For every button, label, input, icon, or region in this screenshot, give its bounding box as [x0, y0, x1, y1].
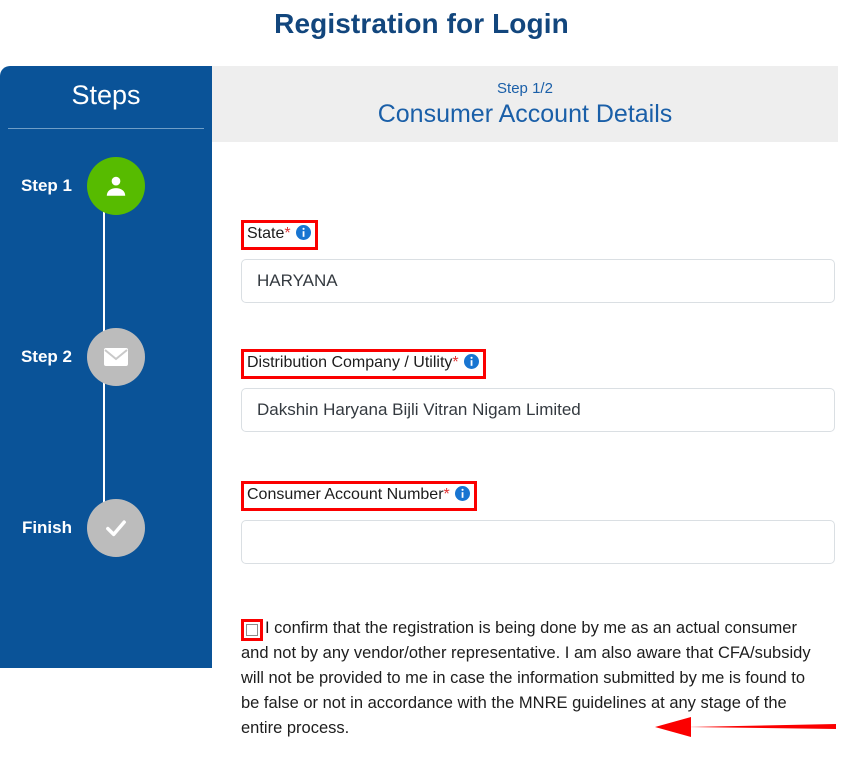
- distribution-company-input[interactable]: [241, 388, 835, 432]
- finish-label: Finish: [21, 518, 72, 537]
- steps-sidebar: Steps Step 1 Step 2 Finish: [0, 66, 212, 668]
- field-consumer-account-number: Consumer Account Number*: [212, 481, 835, 564]
- sidebar-item-step-2[interactable]: Step 2: [0, 327, 212, 387]
- sidebar-item-step-1[interactable]: Step 1: [0, 156, 212, 216]
- info-icon[interactable]: [295, 225, 311, 246]
- step-2-label: Step 2: [20, 347, 72, 366]
- info-icon[interactable]: [454, 486, 470, 507]
- step-counter: Step 1/2: [497, 80, 553, 97]
- field-state: State*: [212, 220, 835, 303]
- confirm-checkbox-highlight[interactable]: [241, 619, 263, 641]
- content-header: Step 1/2 Consumer Account Details: [212, 66, 838, 142]
- content-subtitle: Consumer Account Details: [377, 100, 673, 128]
- state-label-highlight: State*: [241, 220, 318, 250]
- distribution-company-label-text: Distribution Company / Utility: [247, 354, 453, 371]
- info-icon[interactable]: [463, 354, 479, 375]
- sidebar-item-finish[interactable]: Finish: [0, 498, 212, 558]
- confirm-checkbox[interactable]: [246, 624, 258, 636]
- field-distribution-company: Distribution Company / Utility*: [212, 349, 835, 432]
- person-icon: [103, 173, 129, 199]
- finish-circle[interactable]: [87, 499, 145, 557]
- sidebar-title: Steps: [71, 80, 141, 110]
- step-1-circle[interactable]: [87, 157, 145, 215]
- distribution-company-label: Distribution Company / Utility*: [247, 354, 479, 371]
- page-title: Registration for Login: [274, 8, 569, 39]
- main-content: Step 1/2 Consumer Account Details State*…: [212, 66, 843, 763]
- sidebar-divider: [8, 128, 204, 129]
- step-2-circle[interactable]: [87, 328, 145, 386]
- step-1-label: Step 1: [20, 176, 72, 195]
- left-arrow-annotation: [653, 714, 838, 745]
- consumer-account-number-input[interactable]: [241, 520, 835, 564]
- envelope-icon: [103, 346, 129, 368]
- state-label: State*: [247, 225, 311, 242]
- distribution-company-required-marker: *: [452, 354, 459, 371]
- state-required-marker: *: [284, 225, 291, 242]
- check-icon: [102, 514, 130, 542]
- consumer-account-number-required-marker: *: [443, 486, 450, 503]
- consumer-account-number-label: Consumer Account Number*: [247, 486, 470, 503]
- registration-page: Registration for Login Steps Step 1 Step…: [0, 0, 843, 763]
- distribution-company-label-highlight: Distribution Company / Utility*: [241, 349, 486, 379]
- consumer-account-number-label-text: Consumer Account Number: [247, 486, 444, 503]
- consumer-account-number-label-highlight: Consumer Account Number*: [241, 481, 477, 511]
- state-label-text: State: [247, 225, 285, 242]
- state-input[interactable]: [241, 259, 835, 303]
